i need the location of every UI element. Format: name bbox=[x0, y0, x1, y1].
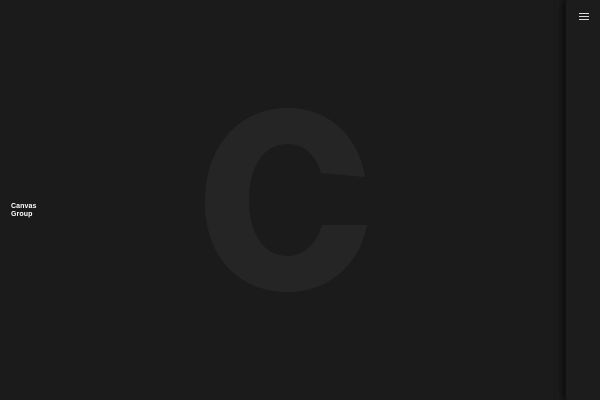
page: Canvas Group bbox=[0, 0, 600, 400]
brand-logo-link[interactable]: Canvas Group bbox=[11, 203, 37, 219]
brand-name-line2: Group bbox=[11, 211, 33, 218]
brand-name-line1: Canvas bbox=[11, 203, 37, 210]
menu-button[interactable] bbox=[578, 10, 592, 24]
letter-c-logo-mark bbox=[205, 108, 367, 292]
side-panel bbox=[565, 0, 600, 400]
